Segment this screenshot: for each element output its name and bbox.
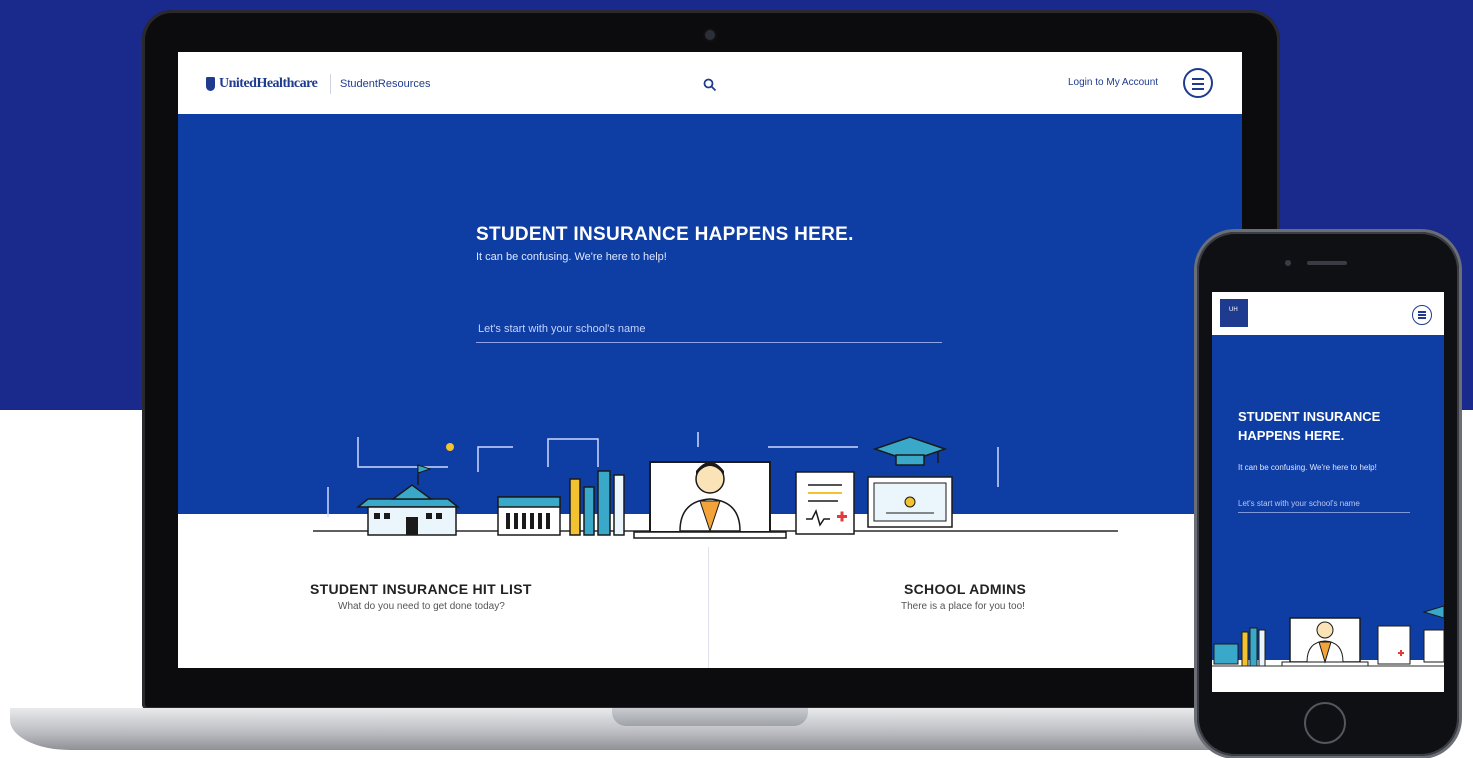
hero-title: STUDENT INSURANCE HAPPENS HERE.	[476, 224, 854, 245]
school-search-input[interactable]	[476, 316, 942, 343]
medical-chart-icon	[795, 471, 855, 535]
books-icon	[569, 470, 625, 536]
hit-list-title[interactable]: STUDENT INSURANCE HIT LIST	[310, 581, 532, 597]
brand-section: StudentResources	[340, 78, 431, 90]
phone-camera	[1285, 260, 1291, 266]
phone-screen: UH STUDENT INSURANCE HAPPENS HERE. It ca…	[1212, 292, 1444, 692]
hero-subtitle: It can be confusing. We're here to help!	[476, 251, 667, 263]
brand-name: UnitedHealthcare	[219, 76, 318, 91]
brand-shield-icon	[206, 77, 215, 91]
phone-speaker	[1307, 261, 1347, 265]
doctor-laptop-icon	[633, 461, 787, 539]
school-admins-title[interactable]: SCHOOL ADMINS	[904, 581, 1026, 597]
mobile-hero-subtitle: It can be confusing. We're here to help!	[1238, 463, 1377, 472]
mobile-hero-illustration	[1212, 605, 1444, 667]
mobile-logo[interactable]	[1220, 299, 1248, 327]
cards-divider	[708, 547, 709, 668]
menu-icon[interactable]	[1183, 68, 1213, 98]
mobile-school-search-input[interactable]	[1238, 494, 1410, 513]
hit-list-subtitle: What do you need to get done today?	[338, 601, 505, 612]
certificate-icon	[867, 476, 953, 528]
mobile-header: UH	[1212, 292, 1444, 335]
logo-divider	[330, 74, 331, 94]
login-link[interactable]: Login to My Account	[1068, 77, 1158, 88]
school-admins-subtitle: There is a place for you too!	[901, 601, 1025, 612]
search-icon[interactable]	[703, 78, 717, 92]
laptop-screen: UnitedHealthcare StudentResources Login …	[178, 52, 1242, 668]
school-building-icon	[355, 464, 461, 536]
phone-home-button	[1304, 702, 1346, 744]
hero-illustration	[313, 432, 1118, 539]
mobile-logo-text: UH	[1229, 307, 1238, 313]
mobile-menu-icon[interactable]	[1412, 305, 1432, 325]
calendar-icon	[497, 496, 561, 536]
graduation-cap-icon	[872, 436, 948, 466]
mobile-hero-title: STUDENT INSURANCE HAPPENS HERE.	[1238, 409, 1381, 443]
brand-logo[interactable]: UnitedHealthcare	[206, 76, 318, 92]
site-header: UnitedHealthcare StudentResources Login …	[178, 52, 1242, 114]
laptop-camera	[703, 28, 717, 42]
laptop-notch	[612, 708, 808, 726]
